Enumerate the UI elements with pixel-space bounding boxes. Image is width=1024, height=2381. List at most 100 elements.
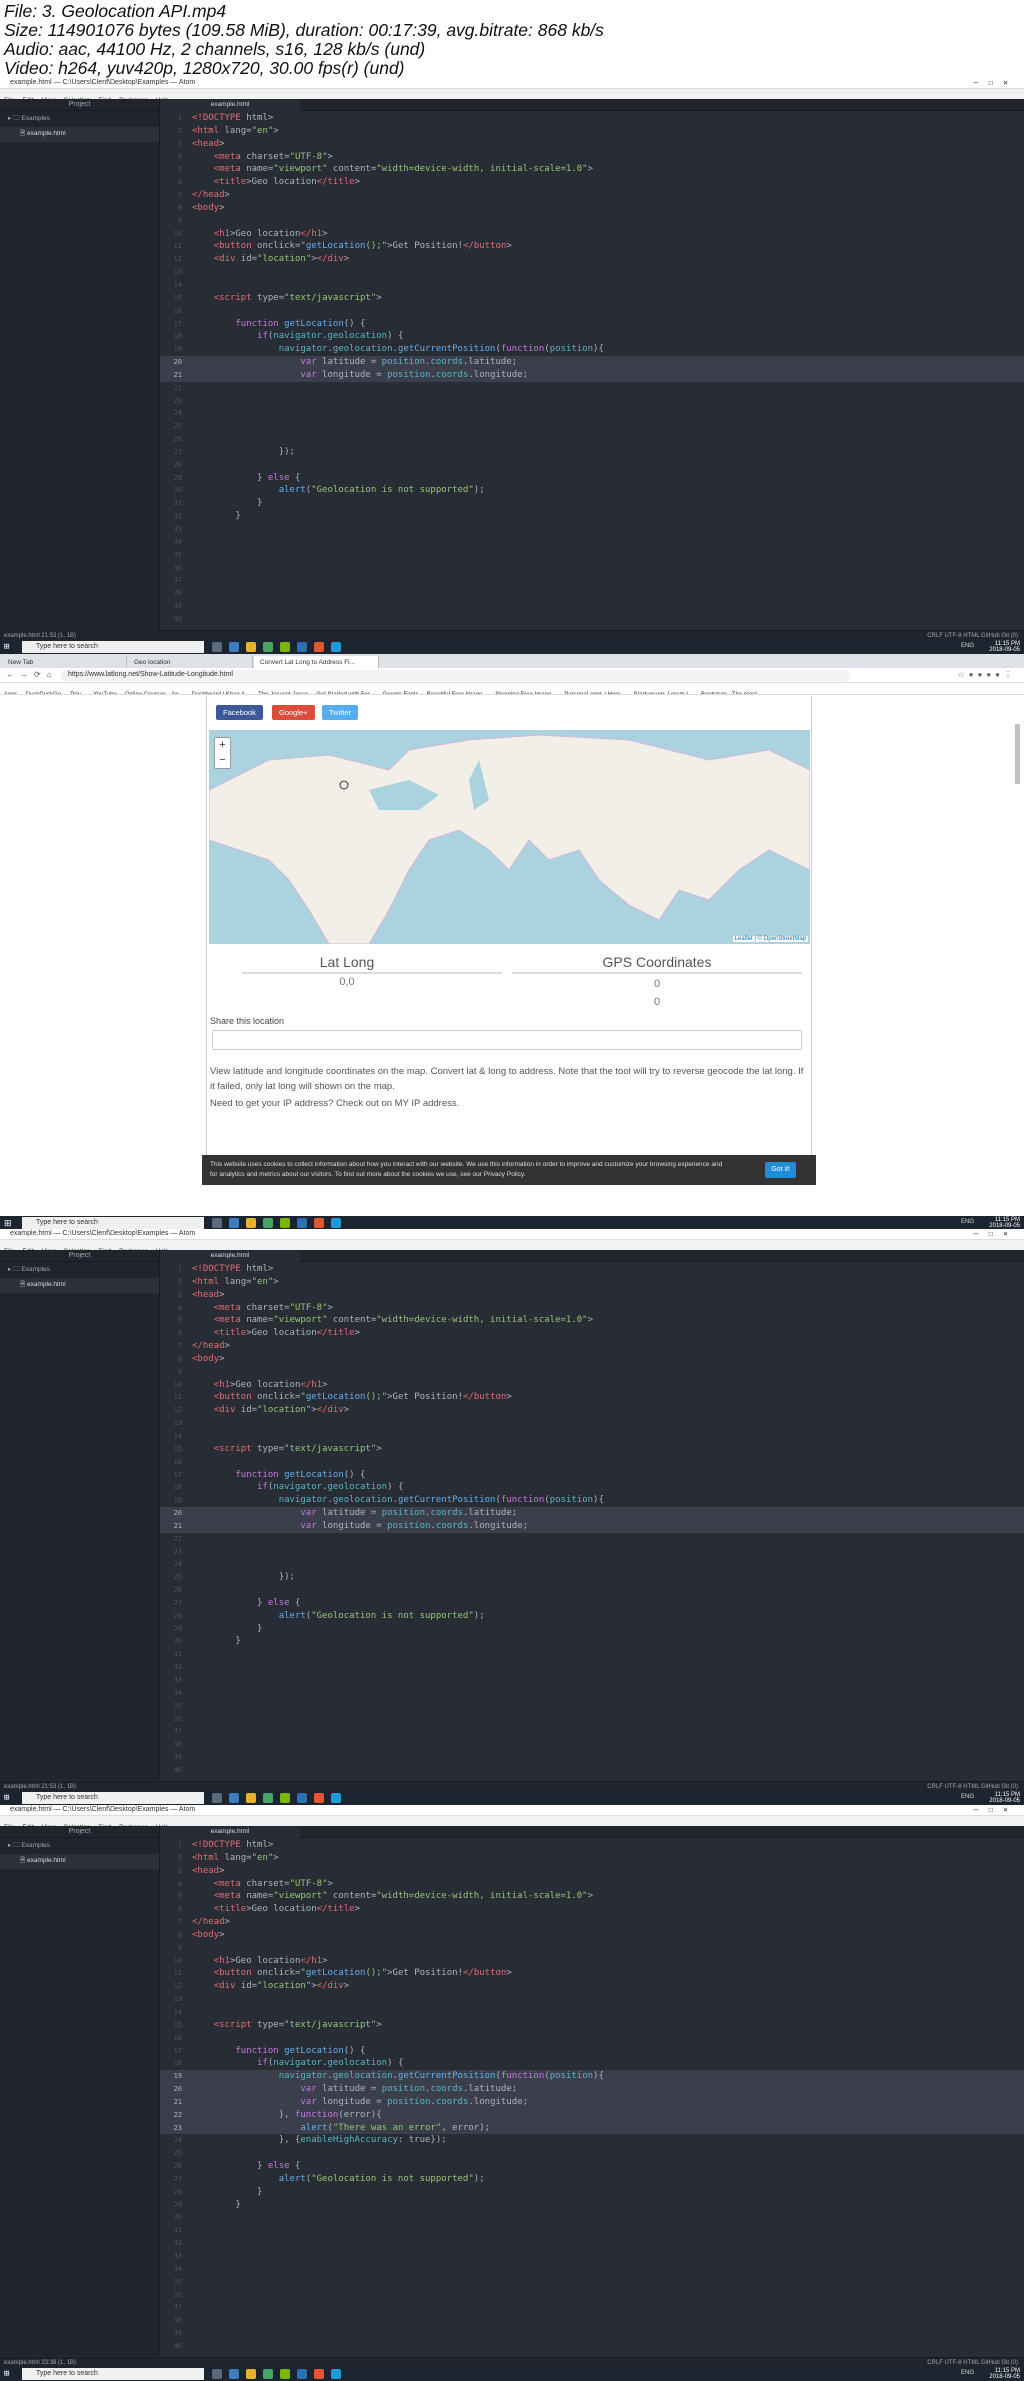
code-line[interactable]: 30 }	[160, 1635, 1024, 1648]
code-line[interactable]: 27 } else {	[160, 1597, 1024, 1610]
taskbar-app-icon[interactable]	[229, 1218, 239, 1228]
file-item[interactable]: 🗎 example.html	[0, 1278, 159, 1293]
taskbar-app-icon[interactable]	[263, 642, 273, 652]
taskbar-app-icon[interactable]	[331, 1793, 341, 1803]
taskbar-app-icon[interactable]	[280, 1793, 290, 1803]
taskbar-app-icon[interactable]	[212, 642, 222, 652]
code-line[interactable]: 38	[160, 2314, 1024, 2327]
code-line[interactable]: 24	[160, 407, 1024, 420]
code-line[interactable]: 4 <meta charset="UTF-8">	[160, 1878, 1024, 1891]
code-line[interactable]: 4 <meta charset="UTF-8">	[160, 1302, 1024, 1315]
code-line[interactable]: 36	[160, 562, 1024, 575]
code-line[interactable]: 12 <div id="location"></div>	[160, 253, 1024, 266]
code-line[interactable]: 20 var latitude = position.coords.latitu…	[160, 1507, 1024, 1520]
google-plus-button[interactable]: Google+	[272, 705, 315, 720]
folder-item[interactable]: ▸ 🗀 Examples	[0, 111, 159, 125]
code-line[interactable]: 28 alert("Geolocation is not supported")…	[160, 1610, 1024, 1623]
system-tray[interactable]: ENG	[961, 2370, 974, 2376]
code-line[interactable]: 33	[160, 523, 1024, 536]
code-line[interactable]: 25 });	[160, 1571, 1024, 1584]
code-line[interactable]: 28	[160, 459, 1024, 472]
code-line[interactable]: 6 <title>Geo location</title>	[160, 176, 1024, 189]
editor-tab[interactable]: example.html	[160, 1826, 300, 1838]
editor-tab[interactable]: example.html	[160, 1250, 300, 1262]
code-line[interactable]: 31 }	[160, 497, 1024, 510]
code-line[interactable]: 21 var longitude = position.coords.longi…	[160, 2095, 1024, 2109]
code-line[interactable]: 5 <meta name="viewport" content="width=d…	[160, 163, 1024, 176]
code-line[interactable]: 1 <!DOCTYPE html>	[160, 1263, 1024, 1276]
code-line[interactable]: 5 <meta name="viewport" content="width=d…	[160, 1314, 1024, 1327]
code-line[interactable]: 25	[160, 420, 1024, 433]
code-line[interactable]: 29 }	[160, 2199, 1024, 2212]
taskbar-app-icon[interactable]	[331, 642, 341, 652]
code-line[interactable]: 10 <h1>Geo location</h1>	[160, 1955, 1024, 1968]
taskbar-app-icon[interactable]	[297, 1218, 307, 1228]
code-line[interactable]: 26	[160, 433, 1024, 446]
code-line[interactable]: 13	[160, 1417, 1024, 1430]
code-line[interactable]: 7 </head>	[160, 189, 1024, 202]
code-line[interactable]: 34	[160, 1687, 1024, 1700]
code-line[interactable]: 23	[160, 395, 1024, 408]
code-line[interactable]: 32	[160, 2237, 1024, 2250]
system-tray[interactable]: ENG	[961, 1219, 974, 1225]
code-line[interactable]: 40	[160, 2340, 1024, 2353]
code-line[interactable]: 25	[160, 2147, 1024, 2160]
code-line[interactable]: 40	[160, 613, 1024, 626]
code-line[interactable]: 13	[160, 266, 1024, 279]
taskbar-app-icon[interactable]	[246, 1218, 256, 1228]
code-line[interactable]: 18 if(navigator.geolocation) {	[160, 1481, 1024, 1494]
code-line[interactable]: 1 <!DOCTYPE html>	[160, 1839, 1024, 1852]
code-line[interactable]: 16	[160, 2032, 1024, 2045]
bookmark-item[interactable]: Apps	[0, 690, 22, 694]
code-line[interactable]: 8 <body>	[160, 1929, 1024, 1942]
code-line[interactable]: 29 }	[160, 1623, 1024, 1636]
code-line[interactable]: 35	[160, 2276, 1024, 2289]
bookmark-item[interactable]: The Jesuset Jesse	[254, 690, 312, 694]
code-line[interactable]: 35	[160, 549, 1024, 562]
code-line[interactable]: 14	[160, 2006, 1024, 2019]
code-line[interactable]: 15 <script type="text/javascript">	[160, 2019, 1024, 2032]
code-line[interactable]: 14	[160, 279, 1024, 292]
code-line[interactable]: 37	[160, 574, 1024, 587]
code-editor[interactable]: 1 <!DOCTYPE html> 2 <html lang="en"> 3 <head>…	[160, 1839, 1024, 2355]
code-line[interactable]: 17 function getLocation() {	[160, 1469, 1024, 1482]
file-item[interactable]: 🗎 example.html	[0, 1854, 159, 1869]
extension-icons[interactable]: ☆●●●●⋮	[958, 670, 1017, 679]
taskbar-search-input[interactable]: Type here to search	[22, 1792, 204, 1804]
code-editor[interactable]: 1 <!DOCTYPE html> 2 <html lang="en"> 3 <head>…	[160, 1263, 1024, 1779]
url-input[interactable]: https://www.latlong.net/Show-Latitude-Lo…	[60, 670, 850, 681]
code-line[interactable]: 29 } else {	[160, 472, 1024, 485]
code-line[interactable]: 22	[160, 1533, 1024, 1546]
code-line[interactable]: 9	[160, 1942, 1024, 1955]
cookie-accept-button[interactable]: Got it!	[765, 1162, 796, 1178]
code-line[interactable]: 14	[160, 1430, 1024, 1443]
code-line[interactable]: 33	[160, 1674, 1024, 1687]
taskbar-app-icon[interactable]	[314, 642, 324, 652]
taskbar-app-icon[interactable]	[263, 1218, 273, 1228]
taskbar-app-icon[interactable]	[297, 642, 307, 652]
code-line[interactable]: 39	[160, 600, 1024, 613]
code-line[interactable]: 21 var longitude = position.coords.longi…	[160, 368, 1024, 382]
taskbar-app-icon[interactable]	[246, 642, 256, 652]
taskbar-app-icon[interactable]	[297, 1793, 307, 1803]
code-line[interactable]: 3 <head>	[160, 138, 1024, 151]
window-controls[interactable]: —☐✕	[974, 1229, 1018, 1238]
map-zoom-control[interactable]: + −	[214, 737, 231, 769]
code-line[interactable]: 28 }	[160, 2186, 1024, 2199]
code-line[interactable]: 24	[160, 1558, 1024, 1571]
code-line[interactable]: 30	[160, 2211, 1024, 2224]
folder-item[interactable]: ▸ 🗀 Examples	[0, 1262, 159, 1276]
code-line[interactable]: 17 function getLocation() {	[160, 318, 1024, 331]
map-attribution[interactable]: Leaflet | © OpenStreetMap	[732, 936, 808, 942]
taskbar-app-icon[interactable]	[314, 1793, 324, 1803]
code-line[interactable]: 3 <head>	[160, 1865, 1024, 1878]
code-line[interactable]: 6 <title>Geo location</title>	[160, 1327, 1024, 1340]
code-line[interactable]: 34	[160, 536, 1024, 549]
taskbar-search-input[interactable]: Type here to search	[22, 1217, 204, 1229]
code-line[interactable]: 15 <script type="text/javascript">	[160, 1443, 1024, 1456]
code-line[interactable]: 32 }	[160, 510, 1024, 523]
code-line[interactable]: 12 <div id="location"></div>	[160, 1404, 1024, 1417]
bookmark-item[interactable]: Online Courses - An...	[121, 690, 188, 694]
browser-tab[interactable]: New Tab	[2, 656, 127, 668]
code-line[interactable]: 19 navigator.geolocation.getCurrentPosit…	[160, 343, 1024, 356]
